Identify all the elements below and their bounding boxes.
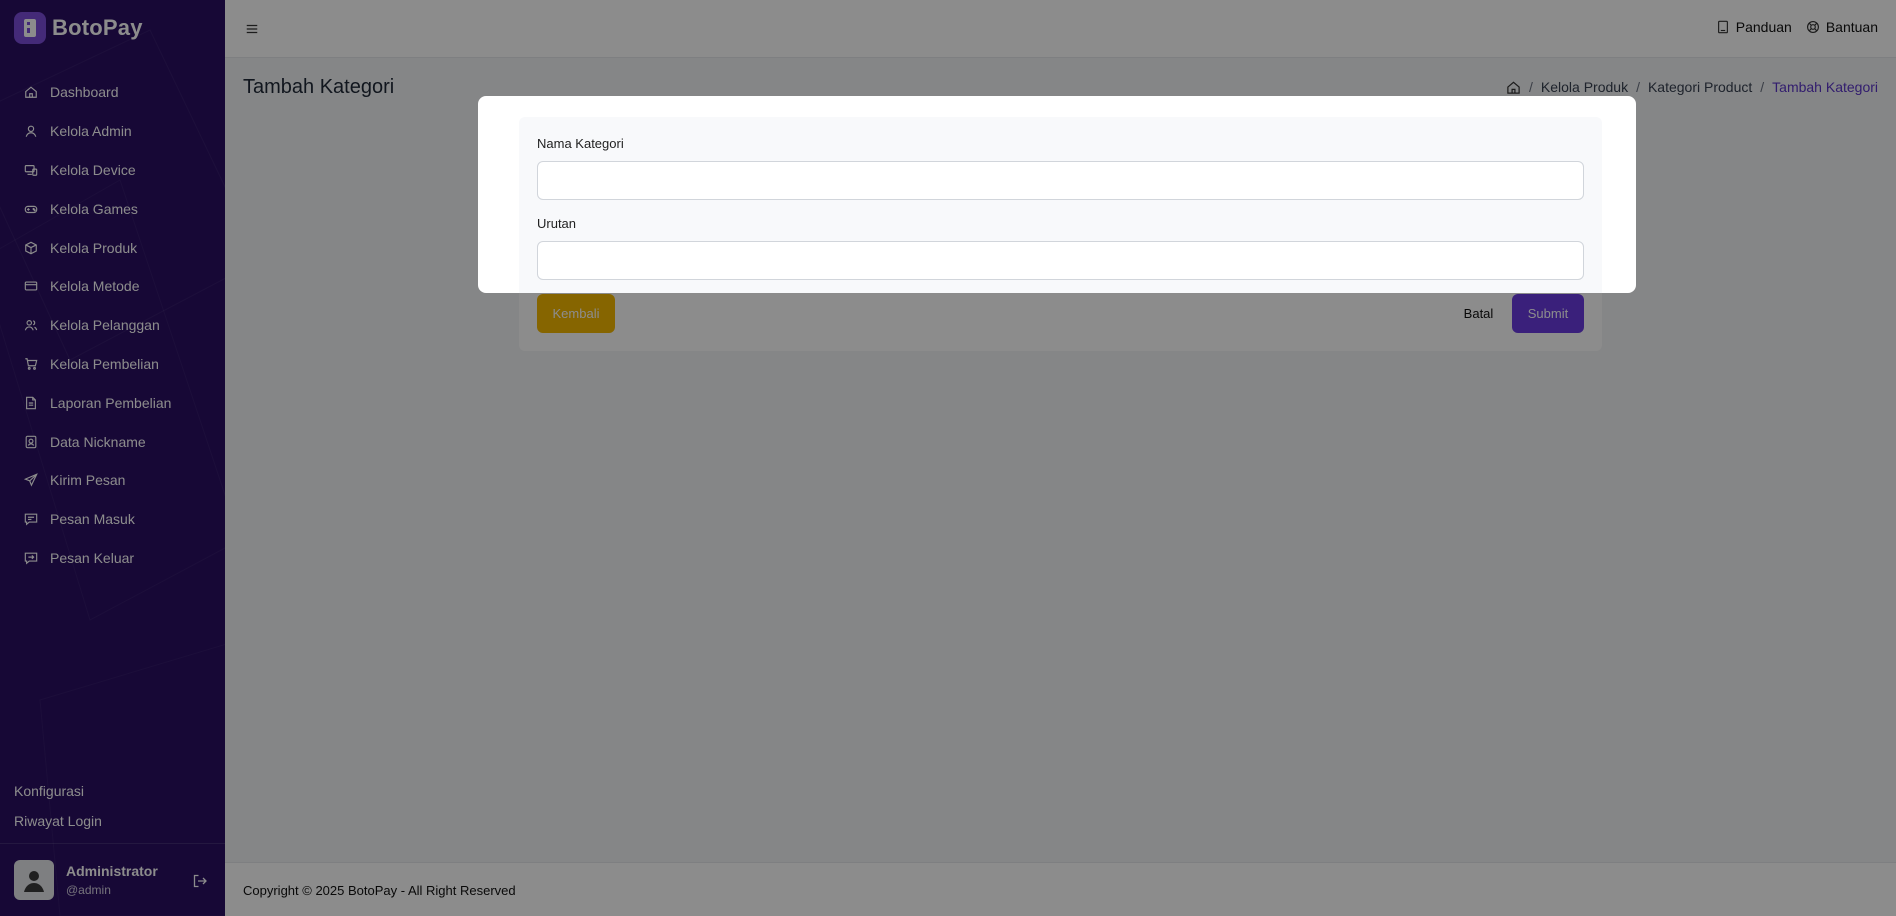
- urutan-input[interactable]: [537, 241, 1584, 280]
- nama-kategori-input[interactable]: [537, 161, 1584, 200]
- nama-kategori-label: Nama Kategori: [537, 136, 624, 151]
- urutan-label: Urutan: [537, 216, 577, 231]
- modal-dialog: Nama Kategori Urutan: [478, 96, 1636, 293]
